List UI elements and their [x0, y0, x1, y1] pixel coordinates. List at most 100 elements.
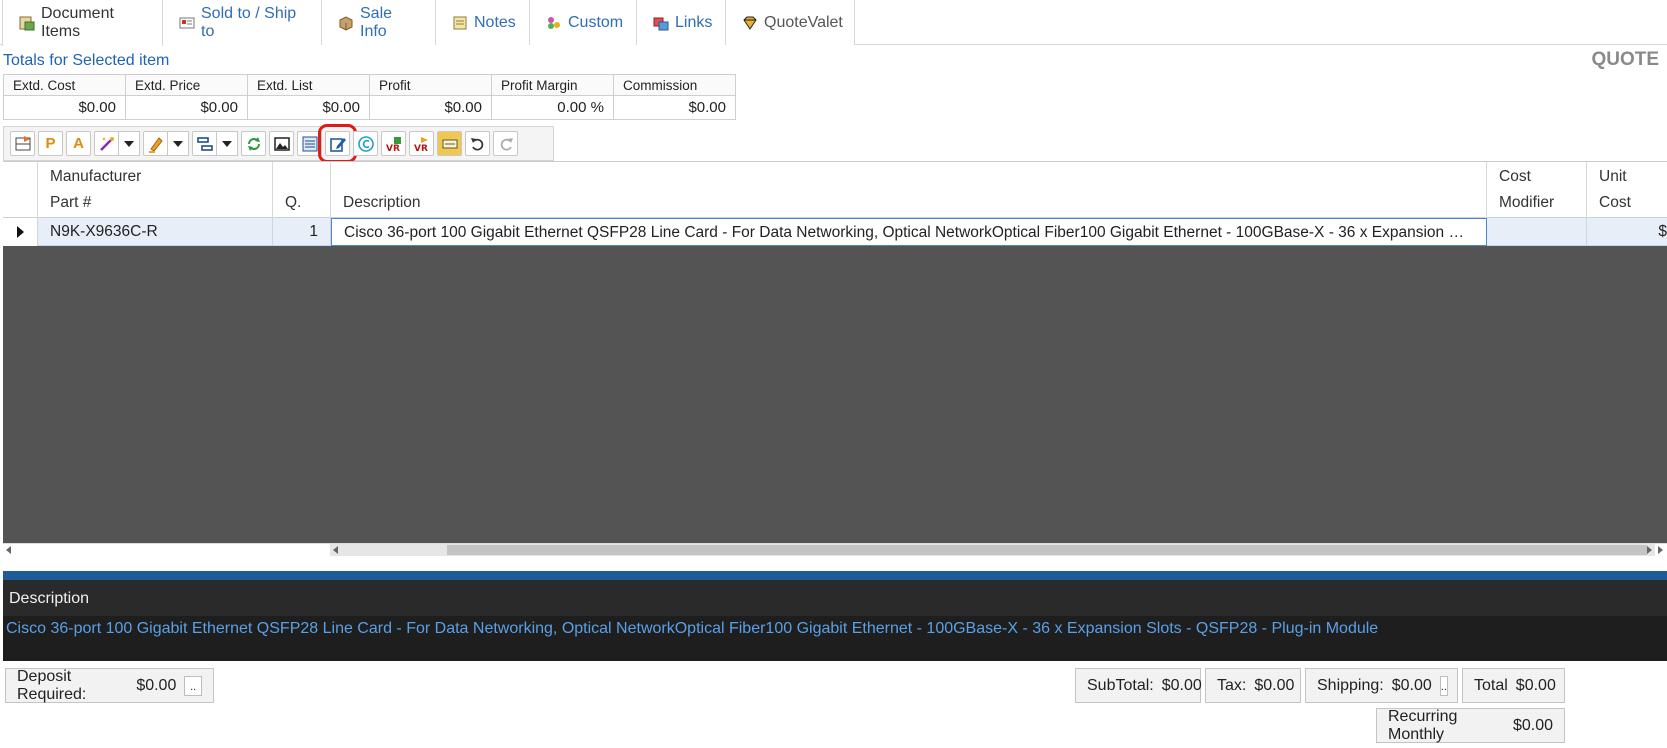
redo-icon [500, 137, 513, 150]
label-button[interactable] [437, 131, 462, 156]
image-button[interactable] [269, 131, 294, 156]
tab-sold-to-ship-to[interactable]: Sold to / Ship to [163, 0, 322, 45]
tab-sale-info[interactable]: Sale Info [322, 0, 436, 45]
cell-quantity[interactable]: 1 [273, 218, 331, 246]
tab-label: Sale Info [360, 4, 393, 40]
totals-header: Extd. Price [125, 74, 248, 96]
totals-header: Commission [613, 74, 736, 96]
item-toolbar: P A VR VR [3, 124, 554, 163]
recurring-label: Recurring Monthly [1388, 707, 1458, 743]
row-indicator[interactable] [3, 218, 38, 246]
a-button[interactable]: A [66, 131, 91, 156]
header-unit-cost-line1: Unit [1599, 168, 1627, 185]
shipping-box: Shipping: $0.00 .. [1305, 668, 1458, 703]
description-panel: Description Cisco 36-port 100 Gigabit Et… [3, 580, 1667, 661]
highlight-button[interactable] [143, 131, 168, 156]
highlighter-icon [148, 136, 163, 153]
group-icon [196, 136, 213, 151]
total-box: Total $0.00 [1462, 668, 1565, 703]
tab-custom[interactable]: Custom [530, 0, 637, 45]
edit-item-button[interactable] [318, 124, 357, 163]
totals-value: $0.00 [369, 95, 492, 120]
totals-header: Profit [369, 74, 492, 96]
tab-label: Links [675, 13, 713, 31]
image-icon [273, 136, 290, 151]
description-text[interactable]: Cisco 36-port 100 Gigabit Ethernet QSFP2… [3, 616, 1667, 661]
refresh-icon [247, 136, 260, 151]
frozen-scroll-right-arrow-icon[interactable] [1647, 546, 1652, 554]
copyright-button[interactable] [353, 131, 378, 156]
column-header-description[interactable]: Description [331, 162, 1487, 218]
redo-button[interactable] [493, 131, 518, 156]
cell-part-number[interactable]: N9K-X9636C-R [38, 218, 273, 246]
row-pointer-icon [17, 226, 24, 238]
tab-document-items[interactable]: Document Items [2, 0, 163, 46]
subtotal-value: $0.00 [1161, 676, 1202, 694]
totals-value: $0.00 [247, 95, 370, 120]
header-cost-modifier-line2: Modifier [1499, 194, 1555, 211]
undo-icon [470, 137, 483, 150]
totals-header: Extd. Cost [3, 74, 126, 96]
tab-label: Sold to / Ship to [201, 4, 297, 40]
tax-label: Tax: [1217, 676, 1247, 694]
shipping-value: $0.00 [1391, 676, 1432, 694]
undo-button[interactable] [465, 131, 490, 156]
edit-icon [329, 137, 346, 152]
scroll-track[interactable] [330, 544, 1655, 556]
tab-notes[interactable]: Notes [436, 0, 530, 45]
panel-splitter[interactable] [3, 571, 1667, 580]
frozen-scroll-left-arrow-icon[interactable] [333, 546, 338, 554]
column-header-unit-cost[interactable]: Unit Cost [1587, 162, 1667, 218]
magic-wand-button[interactable] [94, 131, 119, 156]
scroll-right-arrow-icon[interactable] [1658, 546, 1663, 554]
column-header-cost-modifier[interactable]: Cost Modifier [1487, 162, 1587, 218]
magic-wand-icon [99, 136, 114, 151]
highlight-dropdown[interactable] [167, 131, 189, 156]
package-icon [338, 15, 354, 31]
vr-transfer-icon: VR [414, 136, 428, 153]
note-icon [452, 15, 468, 31]
totals-table: Extd. Cost Extd. Price Extd. List Profit… [3, 74, 736, 120]
cell-cost-modifier[interactable] [1487, 218, 1587, 246]
header-manufacturer: Manufacturer [50, 168, 142, 185]
recurring-value: $0.00 [1512, 716, 1553, 734]
group-button[interactable] [192, 131, 217, 156]
vr-add-button[interactable]: VR [381, 131, 406, 156]
copyright-icon [357, 135, 374, 152]
shipping-edit-button[interactable]: .. [1439, 675, 1448, 696]
p-button[interactable]: P [38, 131, 63, 156]
totals-value: $0.00 [3, 95, 126, 120]
cell-unit-cost[interactable]: $ [1587, 218, 1667, 246]
refresh-button[interactable] [241, 131, 266, 156]
document-type-label: QUOTE [1591, 49, 1659, 70]
import-items-button[interactable] [10, 131, 35, 156]
import-icon [15, 135, 30, 150]
deposit-required-box: Deposit Required: $0.00 .. [5, 668, 214, 703]
document-items-icon [19, 15, 35, 31]
table-row[interactable]: N9K-X9636C-R 1 Cisco 36-port 100 Gigabit… [3, 218, 1667, 246]
tab-links[interactable]: Links [637, 0, 726, 45]
magic-wand-dropdown[interactable] [118, 131, 140, 156]
list-button[interactable] [297, 131, 322, 156]
scroll-thumb[interactable] [447, 545, 1647, 555]
tax-value: $0.00 [1254, 676, 1295, 694]
scroll-left-arrow-icon[interactable] [6, 546, 11, 554]
group-dropdown[interactable] [216, 131, 238, 156]
total-label: Total [1474, 676, 1508, 694]
svg-text:VR: VR [414, 144, 428, 153]
tab-label: Notes [474, 13, 516, 31]
totals-label: Totals for Selected item [3, 52, 170, 69]
column-header-qty[interactable]: Q. [273, 162, 331, 218]
vr-transfer-button[interactable]: VR [409, 131, 434, 156]
horizontal-scrollbar[interactable] [3, 543, 1667, 556]
tab-quotevalet[interactable]: QuoteValet [726, 0, 855, 45]
custom-icon [546, 15, 562, 31]
cell-description[interactable]: Cisco 36-port 100 Gigabit Ethernet QSFP2… [331, 218, 1487, 246]
tax-box: Tax: $0.00 [1205, 668, 1301, 703]
svg-text:VR: VR [386, 144, 400, 153]
deposit-edit-button[interactable]: .. [184, 675, 202, 696]
recurring-monthly-box: Recurring Monthly $0.00 [1376, 708, 1565, 743]
column-header-manufacturer-part[interactable]: Manufacturer Part # [38, 162, 273, 218]
totals-value: 0.00 % [491, 95, 614, 120]
vr-add-icon: VR [386, 136, 401, 153]
